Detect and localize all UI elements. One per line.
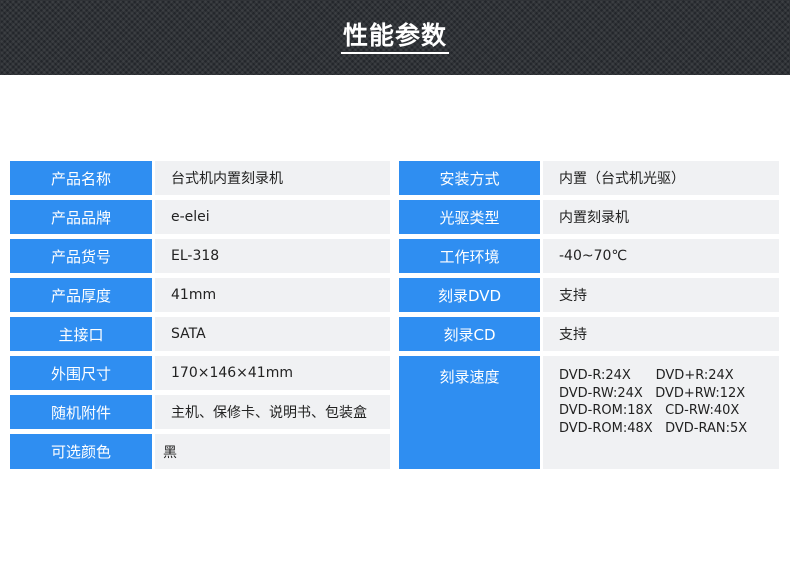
spec-label-drive-type: 光驱类型 bbox=[399, 200, 540, 234]
spec-label-color: 可选颜色 bbox=[10, 434, 152, 469]
spec-value-thickness: 41mm bbox=[155, 278, 390, 312]
spec-value-accessories: 主机、保修卡、说明书、包装盒 bbox=[155, 395, 390, 429]
spec-label-brand: 产品品牌 bbox=[10, 200, 152, 234]
spec-label-burn-dvd: 刻录DVD bbox=[399, 278, 540, 312]
spec-label-model: 产品货号 bbox=[10, 239, 152, 273]
spec-label-install: 安装方式 bbox=[399, 161, 540, 195]
page-title: 性能参数 bbox=[342, 21, 447, 50]
spec-label-interface: 主接口 bbox=[10, 317, 152, 351]
spec-label-accessories: 随机附件 bbox=[10, 395, 152, 429]
burn-speed-line: DVD-RW:24X DVD+RW:12X bbox=[559, 385, 746, 401]
title-underline bbox=[341, 52, 449, 54]
spec-label-dimensions: 外围尺寸 bbox=[10, 356, 152, 390]
burn-speed-line: DVD-ROM:18X CD-RW:40X bbox=[559, 403, 740, 418]
spec-value-dimensions: 170×146×41mm bbox=[155, 356, 390, 390]
spec-label-product-name: 产品名称 bbox=[10, 161, 152, 195]
spec-value-burn-cd: 支持 bbox=[543, 317, 779, 351]
burn-speed-list: DVD-R:24X DVD+R:24X DVD-RW:24X DVD+RW:12X… bbox=[559, 367, 747, 437]
spec-value-interface: SATA bbox=[155, 317, 390, 351]
spec-label-burn-cd: 刻录CD bbox=[399, 317, 540, 351]
burn-speed-line: DVD-R:24X DVD+R:24X bbox=[559, 368, 734, 383]
spec-value-product-name: 台式机内置刻录机 bbox=[155, 161, 390, 195]
spec-value-environment: -40~70℃ bbox=[543, 239, 779, 273]
spec-value-model: EL-318 bbox=[155, 239, 390, 273]
spec-label-thickness: 产品厚度 bbox=[10, 278, 152, 312]
spec-value-color: 黑 bbox=[155, 434, 390, 469]
spec-label-burn-speed: 刻录速度 bbox=[399, 356, 540, 469]
spec-value-burn-dvd: 支持 bbox=[543, 278, 779, 312]
spec-value-drive-type: 内置刻录机 bbox=[543, 200, 779, 234]
header-banner: 性能参数 bbox=[0, 0, 790, 75]
spec-label-environment: 工作环境 bbox=[399, 239, 540, 273]
spec-value-brand: e-elei bbox=[155, 200, 390, 234]
burn-speed-line: DVD-ROM:48X DVD-RAN:5X bbox=[559, 420, 748, 436]
spec-value-install: 内置（台式机光驱） bbox=[543, 161, 779, 195]
